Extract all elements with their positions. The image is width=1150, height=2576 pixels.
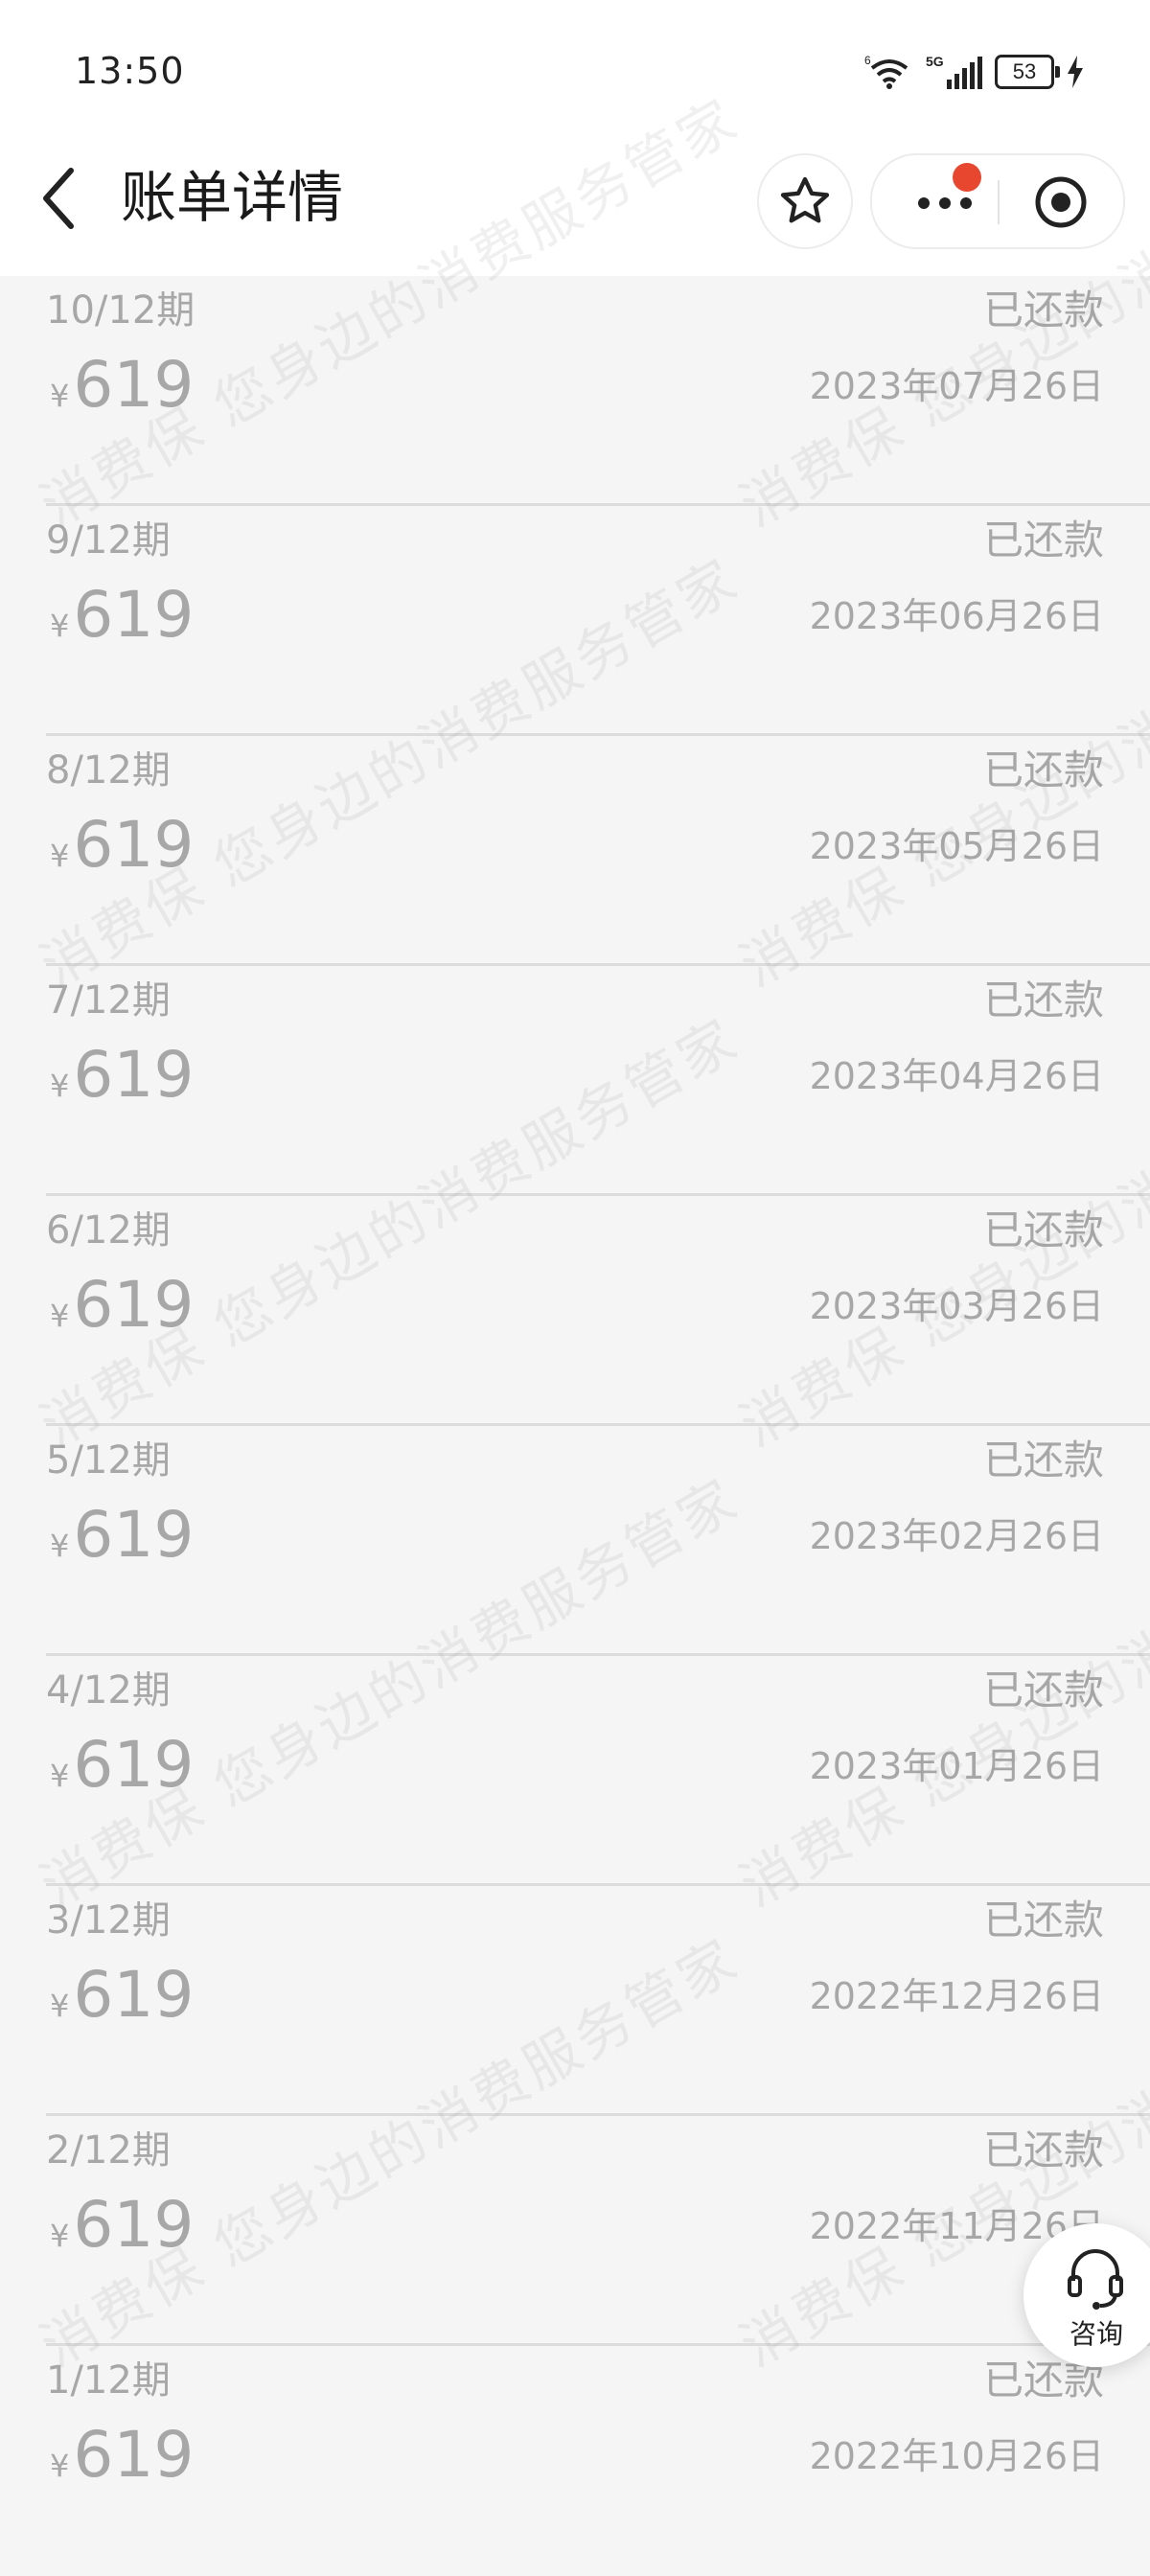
bill-status: 已还款 [982, 287, 1104, 334]
currency-symbol: ¥ [50, 838, 70, 874]
favorite-button[interactable] [757, 153, 853, 249]
bill-date: 2022年10月26日 [809, 2435, 1104, 2477]
target-icon[interactable] [1033, 174, 1089, 230]
bill-period: 4/12期 [46, 1668, 171, 1713]
currency-symbol: ¥ [50, 1068, 70, 1104]
svg-text:6: 6 [864, 54, 871, 67]
bill-amount: ¥619 [50, 2187, 194, 2280]
bill-amount-value: 619 [73, 1268, 195, 1342]
bill-status: 已还款 [982, 747, 1104, 794]
currency-symbol: ¥ [50, 608, 70, 644]
page-title: 账单详情 [121, 165, 344, 230]
bill-amount-value: 619 [73, 1498, 195, 1572]
bill-date: 2023年07月26日 [809, 365, 1104, 407]
currency-symbol: ¥ [50, 1758, 70, 1794]
bill-period: 5/12期 [46, 1438, 171, 1483]
wifi-icon: 6 [864, 54, 908, 89]
bill-date: 2023年01月26日 [809, 1745, 1104, 1787]
currency-symbol: ¥ [50, 1528, 70, 1564]
bill-amount: ¥619 [50, 807, 194, 900]
signal-icon: 5G [926, 54, 982, 89]
bill-period: 3/12期 [46, 1898, 171, 1943]
bill-amount: ¥619 [50, 1727, 194, 1820]
bill-amount: ¥619 [50, 2417, 194, 2510]
currency-symbol: ¥ [50, 1988, 70, 2024]
bill-amount: ¥619 [50, 347, 194, 440]
bill-date: 2023年04月26日 [809, 1055, 1104, 1097]
bill-amount-value: 619 [73, 1728, 195, 1802]
bill-status: 已还款 [982, 1207, 1104, 1254]
status-time: 13:50 [75, 50, 185, 92]
bill-date: 2023年05月26日 [809, 825, 1104, 867]
bill-row[interactable]: 10/12期 ¥619 已还款 2023年07月26日 [0, 276, 1150, 506]
currency-symbol: ¥ [50, 1298, 70, 1334]
bill-row[interactable]: 9/12期 ¥619 已还款 2023年06月26日 [0, 506, 1150, 736]
star-icon [780, 176, 830, 223]
bill-date: 2022年12月26日 [809, 1975, 1104, 2017]
bill-period: 8/12期 [46, 748, 171, 793]
bill-row[interactable]: 3/12期 ¥619 已还款 2022年12月26日 [0, 1886, 1150, 2116]
bill-amount-value: 619 [73, 2188, 195, 2262]
currency-symbol: ¥ [50, 2448, 70, 2484]
capsule-divider [998, 180, 1000, 224]
bill-status: 已还款 [982, 1667, 1104, 1714]
bill-period: 7/12期 [46, 978, 171, 1023]
charging-icon [1068, 56, 1083, 88]
bill-list: 10/12期 ¥619 已还款 2023年07月26日 9/12期 ¥619 已… [0, 276, 1150, 2576]
bill-row[interactable]: 1/12期 ¥619 已还款 2022年10月26日 [0, 2346, 1150, 2576]
status-bar: 13:50 6 5G 53 [0, 0, 1150, 144]
currency-symbol: ¥ [50, 378, 70, 414]
bill-date: 2023年03月26日 [809, 1285, 1104, 1327]
bill-status: 已还款 [982, 517, 1104, 564]
bill-amount-value: 619 [73, 348, 195, 422]
svg-text:5G: 5G [926, 54, 944, 69]
bill-status: 已还款 [982, 1897, 1104, 1944]
back-icon[interactable] [36, 165, 84, 232]
consult-label: 咨询 [1070, 2318, 1124, 2350]
bill-date: 2023年06月26日 [809, 595, 1104, 637]
bill-period: 9/12期 [46, 518, 171, 563]
battery-icon: 53 [995, 55, 1060, 89]
bill-row[interactable]: 6/12期 ¥619 已还款 2023年03月26日 [0, 1196, 1150, 1426]
bill-row[interactable]: 2/12期 ¥619 已还款 2022年11月26日 [0, 2116, 1150, 2346]
bill-amount: ¥619 [50, 1957, 194, 2050]
bill-row[interactable]: 7/12期 ¥619 已还款 2023年04月26日 [0, 966, 1150, 1196]
bill-amount-value: 619 [73, 1958, 195, 2032]
bill-row[interactable]: 5/12期 ¥619 已还款 2023年02月26日 [0, 1426, 1150, 1656]
bill-period: 2/12期 [46, 2128, 171, 2173]
bill-period: 1/12期 [46, 2358, 171, 2403]
bill-amount: ¥619 [50, 577, 194, 670]
mini-program-capsule [870, 153, 1125, 249]
bill-period: 6/12期 [46, 1208, 171, 1253]
status-icons: 6 5G 53 [864, 48, 1085, 96]
bill-amount: ¥619 [50, 1497, 194, 1590]
bill-amount: ¥619 [50, 1037, 194, 1130]
bill-status: 已还款 [982, 977, 1104, 1024]
notification-dot [953, 163, 981, 192]
bill-period: 10/12期 [46, 288, 196, 333]
bill-status: 已还款 [982, 1437, 1104, 1484]
bill-amount-value: 619 [73, 1038, 195, 1112]
bill-amount-value: 619 [73, 2418, 195, 2492]
bill-amount-value: 619 [73, 578, 195, 652]
currency-symbol: ¥ [50, 2218, 70, 2254]
bill-status: 已还款 [982, 2127, 1104, 2174]
bill-row[interactable]: 4/12期 ¥619 已还款 2023年01月26日 [0, 1656, 1150, 1886]
bill-amount: ¥619 [50, 1267, 194, 1360]
bill-date: 2023年02月26日 [809, 1515, 1104, 1557]
bill-row[interactable]: 8/12期 ¥619 已还款 2023年05月26日 [0, 736, 1150, 966]
headset-icon [1068, 2249, 1123, 2310]
bill-amount-value: 619 [73, 808, 195, 882]
